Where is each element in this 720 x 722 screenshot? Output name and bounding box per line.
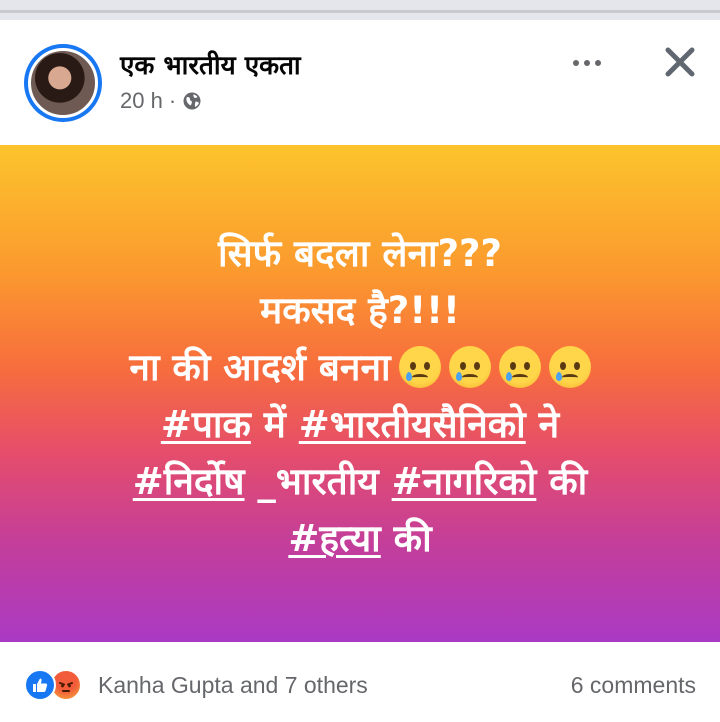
text-line: सिर्फ बदला लेना??? [218,232,502,275]
globe-icon[interactable] [182,91,202,111]
text-line: #निर्दोष _भारतीय #नागरिको की [132,460,588,503]
text-line: #हत्या की [288,517,432,560]
close-button[interactable] [656,38,704,86]
reaction-icons[interactable] [24,668,82,702]
post-meta: 20 h · [120,88,202,114]
more-options-button[interactable] [565,48,609,78]
comment-count[interactable]: 6 comments [571,672,696,699]
text-line: मकसद है?!!! [260,289,460,332]
sad-tear-emoji [498,346,541,388]
post-text: सिर्फ बदला लेना??? मकसद है?!!! ना की आदर… [0,225,720,567]
sad-tear-emoji [448,346,491,388]
top-divider [0,0,720,20]
close-icon [665,47,695,77]
like-icon [24,669,56,701]
post-footer: Kanha Gupta and 7 others 6 comments [0,642,720,722]
sad-tear-emoji [398,346,441,388]
hashtag-link[interactable]: #भारतीयसैनिको [299,403,526,446]
hashtag-link[interactable]: #नागरिको [392,460,537,503]
text-line: ना की आदर्श बनना [0,339,720,396]
author-name[interactable]: एक भारतीय एकता [120,46,301,82]
post-header [0,20,720,145]
author-avatar[interactable] [24,44,102,122]
facebook-post: एक भारतीय एकता 20 h · सिर्फ बदला लेना???… [0,0,720,722]
hashtag-link[interactable]: #हत्या [288,517,380,560]
meta-separator: · [168,88,177,113]
ellipsis-icon [573,60,579,66]
reaction-summary[interactable]: Kanha Gupta and 7 others [98,672,368,699]
post-content-background: सिर्फ बदला लेना??? मकसद है?!!! ना की आदर… [0,145,720,642]
text-line: #पाक में #भारतीयसैनिको ने [160,403,560,446]
hashtag-link[interactable]: #निर्दोष [133,460,245,503]
hashtag-link[interactable]: #पाक [161,403,251,446]
post-time[interactable]: 20 h [120,88,163,114]
sad-tear-emoji [548,346,591,388]
